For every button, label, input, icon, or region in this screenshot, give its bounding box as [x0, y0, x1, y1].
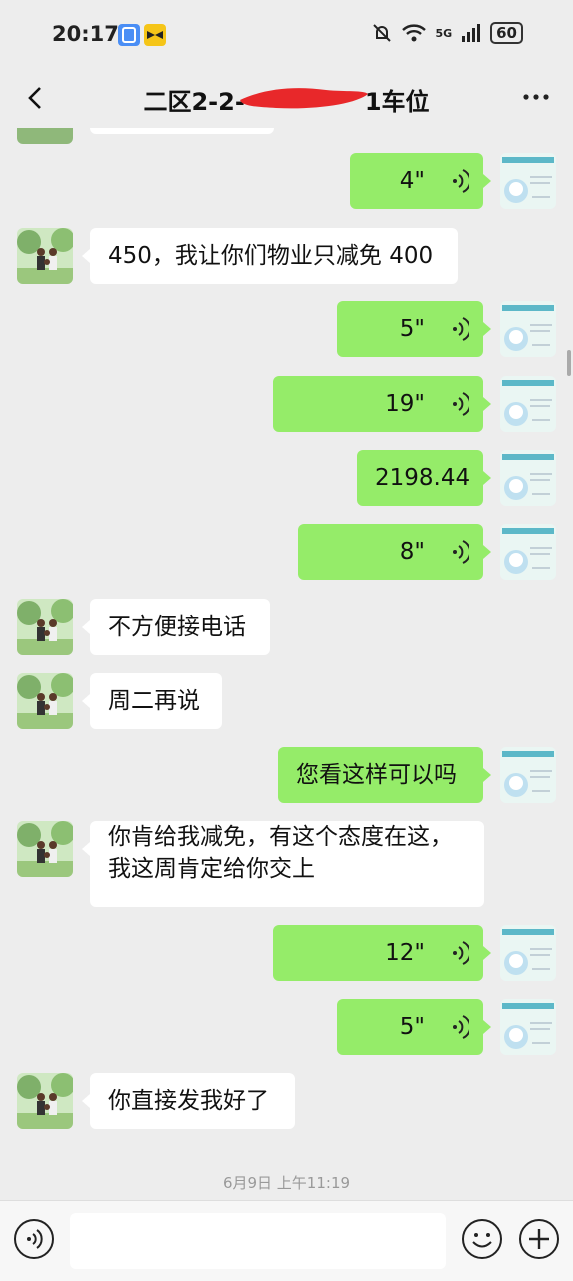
- signal-icon: [462, 24, 481, 42]
- voice-input-icon: [27, 1229, 43, 1249]
- contact-avatar[interactable]: [17, 821, 73, 877]
- voice-duration: 12": [385, 940, 425, 966]
- contact-avatar[interactable]: [17, 1073, 73, 1129]
- contact-avatar[interactable]: [17, 673, 73, 729]
- mute-bell-icon: [373, 24, 392, 42]
- voice-wave-icon: [453, 392, 469, 416]
- network-type: 5G: [435, 26, 453, 40]
- voice-duration: 5": [399, 1014, 425, 1040]
- app-notification-icon: [118, 24, 140, 46]
- voice-wave-icon: [453, 1015, 469, 1039]
- message-text: 不方便接电话: [108, 614, 246, 640]
- voice-message-bubble[interactable]: 5": [337, 301, 483, 357]
- voice-duration: 19": [385, 391, 425, 417]
- contact-avatar[interactable]: [17, 228, 73, 284]
- message-text: 450，我让你们物业只减免 400: [108, 243, 434, 269]
- message-bubble-partial[interactable]: [90, 128, 274, 134]
- status-bar: 20:17 5G 60: [0, 0, 573, 70]
- text-message-bubble[interactable]: 你肯给我减免，有这个态度在这， 我这周肯定给你交上: [90, 821, 484, 907]
- my-avatar[interactable]: [500, 450, 556, 506]
- contact-avatar[interactable]: [17, 128, 73, 144]
- contact-avatar[interactable]: [17, 599, 73, 655]
- my-avatar[interactable]: [500, 999, 556, 1055]
- my-avatar[interactable]: [500, 524, 556, 580]
- text-message-bubble[interactable]: 2198.44: [357, 450, 483, 506]
- add-more-button[interactable]: [519, 1219, 559, 1259]
- message-list[interactable]: 4" 450，我让你们物业只减免 400 5" 19" 2198.44 8" 不…: [0, 128, 573, 1200]
- my-avatar[interactable]: [500, 747, 556, 803]
- voice-input-button[interactable]: [14, 1219, 54, 1259]
- emoji-icon: [472, 1233, 492, 1248]
- message-text-line2: 我这周肯定给你交上: [108, 856, 315, 882]
- my-avatar[interactable]: [500, 153, 556, 209]
- text-message-bubble[interactable]: 450，我让你们物业只减免 400: [90, 228, 458, 284]
- my-avatar[interactable]: [500, 925, 556, 981]
- plus-icon: [529, 1229, 549, 1249]
- more-dots-icon: [523, 94, 549, 100]
- wifi-icon: [402, 24, 427, 42]
- emoji-button[interactable]: [462, 1219, 502, 1259]
- message-text: 你直接发我好了: [108, 1088, 269, 1114]
- status-time: 20:17: [52, 22, 119, 46]
- voice-message-bubble[interactable]: 4": [350, 153, 483, 209]
- chat-title-suffix: 1车位: [364, 88, 430, 116]
- redaction-scribble: [240, 88, 368, 109]
- message-text-line1: 你肯给我减免，有这个态度在这，: [108, 824, 453, 850]
- input-bar: [0, 1200, 573, 1281]
- text-message-bubble[interactable]: 周二再说: [90, 673, 222, 729]
- voice-message-bubble[interactable]: 19": [273, 376, 483, 432]
- voice-wave-icon: [453, 540, 469, 564]
- more-options-button[interactable]: [521, 82, 551, 119]
- message-input[interactable]: [70, 1213, 446, 1269]
- voice-duration: 8": [399, 539, 425, 565]
- voice-duration: 5": [399, 316, 425, 342]
- my-avatar[interactable]: [500, 376, 556, 432]
- my-avatar[interactable]: [500, 301, 556, 357]
- status-icons: 5G 60: [371, 22, 523, 44]
- text-message-bubble[interactable]: 你直接发我好了: [90, 1073, 295, 1129]
- text-message-bubble[interactable]: 您看这样可以吗: [278, 747, 483, 803]
- bowtie-app-icon: [144, 24, 166, 46]
- voice-wave-icon: [453, 169, 469, 193]
- voice-message-bubble[interactable]: 8": [298, 524, 483, 580]
- chat-title-prefix: 二区2-2-: [143, 88, 245, 116]
- message-text: 您看这样可以吗: [296, 762, 457, 788]
- message-text: 2198.44: [375, 465, 471, 491]
- text-message-bubble[interactable]: 不方便接电话: [90, 599, 270, 655]
- battery-icon: 60: [490, 22, 523, 44]
- scrollbar-thumb[interactable]: [567, 350, 571, 376]
- voice-message-bubble[interactable]: 12": [273, 925, 483, 981]
- voice-wave-icon: [453, 941, 469, 965]
- message-text: 周二再说: [108, 688, 200, 714]
- voice-wave-icon: [453, 317, 469, 341]
- voice-duration: 4": [399, 168, 425, 194]
- message-timestamp: 6月9日 上午11:19: [222, 1174, 351, 1192]
- chat-header: 二区2-2- 1车位: [0, 70, 573, 128]
- voice-message-bubble[interactable]: 5": [337, 999, 483, 1055]
